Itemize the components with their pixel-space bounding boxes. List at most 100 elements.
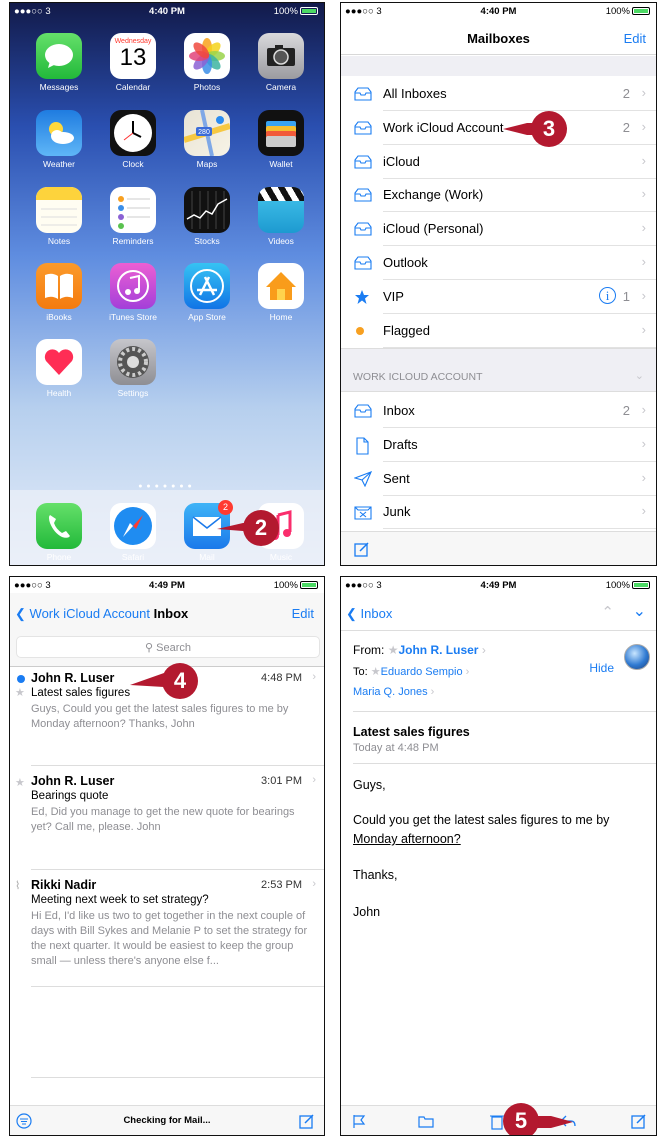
app-notes[interactable]: Notes <box>29 187 89 246</box>
app-label: Photos <box>193 82 221 92</box>
message-row[interactable]: ⌇ Rikki Nadir 2:53 PM › Meeting next wee… <box>10 878 324 988</box>
weather-icon <box>36 110 82 156</box>
app-label: Stocks <box>194 236 220 246</box>
message-sender: Rikki Nadir <box>31 878 97 892</box>
mailbox-count: 2 <box>622 86 630 101</box>
to-line: To: ★Eduardo Sempio › <box>353 666 470 678</box>
app-health[interactable]: Health <box>29 339 89 398</box>
calendar-day: 13 <box>119 44 147 71</box>
chevron-right-icon: › <box>641 118 646 134</box>
mail-unread-badge: 2 <box>218 500 233 515</box>
flag-icon[interactable] <box>351 1113 367 1129</box>
mailbox-row[interactable]: All Inboxes 2 › <box>341 77 656 111</box>
cc-line[interactable]: Maria Q. Jones › <box>353 686 434 698</box>
app-label: Camera <box>265 82 297 92</box>
inbox-panel: ●●●○○ 3 4:49 PM 100% ❮ Work iCloud Accou… <box>9 576 325 1136</box>
recipient-name[interactable]: Eduardo Sempio <box>381 666 463 678</box>
app-calendar[interactable]: Wednesday 13 Calendar <box>103 33 163 92</box>
inbox-tray-icon <box>354 403 372 419</box>
app-videos[interactable]: Videos <box>251 187 311 246</box>
previous-message-chevron-up-icon[interactable]: ⌃ <box>601 603 614 621</box>
mailbox-row[interactable]: VIP i 1 › <box>341 280 656 314</box>
account-mailbox-row[interactable]: Junk › <box>341 495 656 530</box>
app-clock[interactable]: Clock <box>103 110 163 169</box>
app-app-store[interactable]: App Store <box>177 263 237 322</box>
body-line: Could you get the latest sales figures t… <box>353 813 610 827</box>
back-button[interactable]: ❮ Work iCloud Account Inbox <box>15 606 188 622</box>
edit-button[interactable]: Edit <box>292 606 314 621</box>
app-label: Home <box>269 312 293 322</box>
mailbox-row[interactable]: Flagged › <box>341 314 656 348</box>
app-wallet[interactable]: Wallet <box>251 110 311 169</box>
message-time: 4:48 PM <box>261 672 302 684</box>
app-photos[interactable]: Photos <box>177 33 237 92</box>
message-preview: Hi Ed, I'd like us two to get together i… <box>31 910 308 967</box>
message-row[interactable]: ★ John R. Luser 3:01 PM › Bearings quote… <box>10 774 324 866</box>
chevron-right-icon: › <box>641 435 646 451</box>
dock-safari[interactable]: Safari <box>103 503 163 562</box>
calendar-icon: Wednesday 13 <box>110 33 156 79</box>
edit-button[interactable]: Edit <box>624 31 646 46</box>
compose-icon[interactable] <box>353 540 371 558</box>
info-icon[interactable]: i <box>599 286 616 304</box>
search-field[interactable]: ⚲ Search <box>16 636 320 658</box>
account-mailbox-row[interactable]: Inbox 2 › <box>341 394 656 428</box>
notes-icon <box>36 187 82 233</box>
mailbox-row[interactable]: Exchange (Work) › <box>341 178 656 213</box>
compose-icon[interactable] <box>630 1112 648 1130</box>
mailbox-row[interactable]: iCloud (Personal) › <box>341 212 656 247</box>
sender-name[interactable]: John R. Luser <box>398 643 478 657</box>
mailbox-label: Exchange (Work) <box>383 187 484 203</box>
next-message-chevron-down-icon[interactable]: ⌄ <box>633 601 646 621</box>
mailbox-row[interactable]: iCloud › <box>341 145 656 179</box>
hide-details-button[interactable]: Hide <box>589 661 614 675</box>
section-spacer <box>341 56 656 76</box>
app-ibooks[interactable]: iBooks <box>29 263 89 322</box>
sender-avatar-globe-icon <box>624 644 650 670</box>
app-messages[interactable]: Messages <box>29 33 89 92</box>
status-bar: ●●●○○ 3 4:49 PM 100% <box>341 577 656 593</box>
back-button[interactable]: ❮ Inbox <box>346 606 392 622</box>
account-mailbox-row[interactable]: Drafts › <box>341 428 656 462</box>
reminders-icon <box>110 187 156 233</box>
app-home[interactable]: Home <box>251 263 311 322</box>
app-settings[interactable]: Settings <box>103 339 163 398</box>
inbox-tray-icon <box>354 86 372 102</box>
mailbox-label: Flagged <box>383 322 430 338</box>
maps-route-shield: 280 <box>198 129 210 136</box>
app-stocks[interactable]: Stocks <box>177 187 237 246</box>
message-preview: Guys, Could you get the latest sales fig… <box>31 703 289 730</box>
app-reminders[interactable]: Reminders <box>103 187 163 246</box>
account-mailbox-row[interactable]: Sent › <box>341 462 656 496</box>
section-header[interactable]: WORK ICLOUD ACCOUNT ⌄ <box>341 348 656 392</box>
back-label: Work iCloud Account <box>29 606 150 621</box>
sync-status-text: Checking for Mail... <box>123 1115 211 1126</box>
chevron-left-icon: ❮ <box>15 606 26 621</box>
mailbox-row[interactable]: Work iCloud Account 2 › <box>341 111 656 145</box>
app-weather[interactable]: Weather <box>29 110 89 169</box>
app-store-icon <box>184 263 230 309</box>
mailbox-label: Work iCloud Account <box>383 119 504 135</box>
app-itunes-store[interactable]: iTunes Store <box>103 263 163 322</box>
app-label: Reminders <box>112 236 154 246</box>
dock-phone[interactable]: Phone <box>29 503 89 562</box>
messages-icon <box>36 33 82 79</box>
vip-star-icon: ★ <box>15 687 25 699</box>
app-camera[interactable]: Camera <box>251 33 311 92</box>
app-label: Clock <box>122 159 144 169</box>
toolbar <box>341 1105 656 1135</box>
back-label: Inbox <box>360 606 393 621</box>
chevron-left-icon: ❮ <box>346 606 357 621</box>
mailbox-row[interactable]: Outlook › <box>341 246 656 280</box>
chevron-right-icon: › <box>641 402 646 417</box>
mailbox-label: VIP <box>383 288 404 304</box>
body-date-link[interactable]: Monday afternoon? <box>353 832 461 846</box>
battery-indicator: 100% <box>274 580 318 591</box>
inbox-tray-icon <box>354 154 372 170</box>
message-time: 2:53 PM <box>261 879 302 891</box>
page-indicator-dots[interactable]: ●●●●●●● <box>10 483 324 490</box>
chevron-right-icon: › <box>641 220 646 236</box>
app-maps[interactable]: 280 Maps <box>177 110 237 169</box>
folder-icon[interactable] <box>417 1113 435 1129</box>
compose-icon[interactable] <box>298 1112 316 1130</box>
